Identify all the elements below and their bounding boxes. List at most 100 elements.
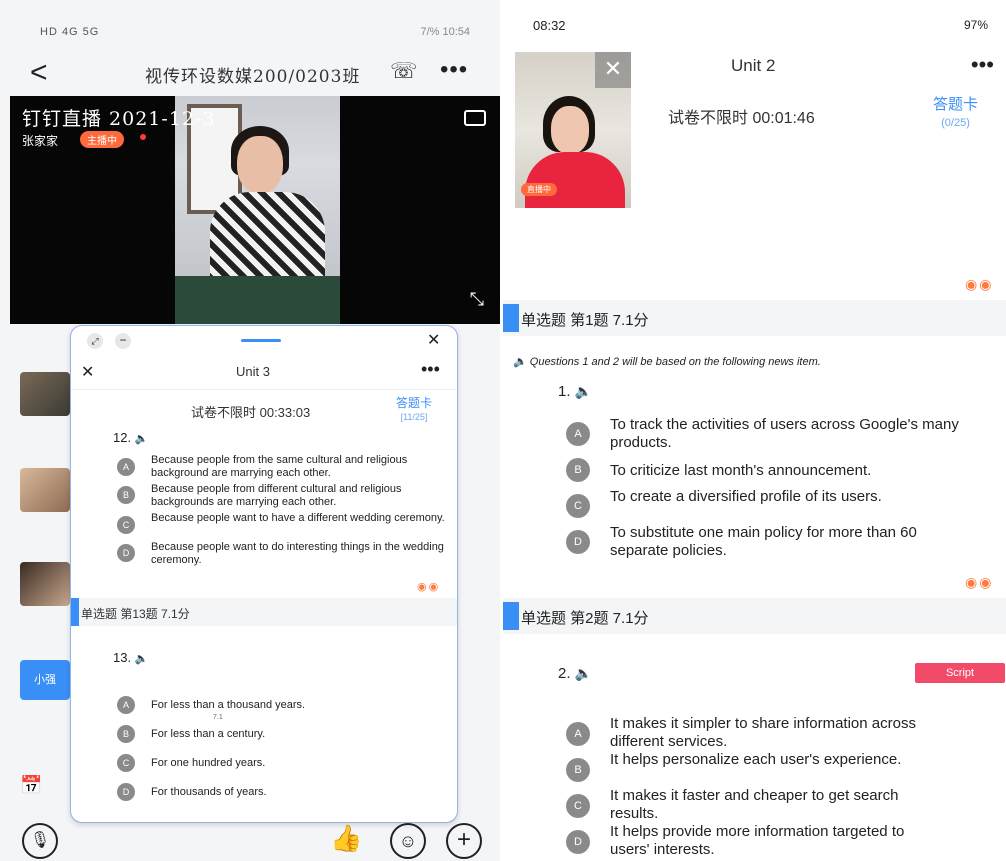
option-text[interactable]: For less than a thousand years. (151, 699, 305, 712)
avatar[interactable] (20, 468, 70, 512)
minimize-icon[interactable]: − (115, 333, 131, 349)
video-call-icon[interactable]: ☏ (390, 58, 418, 84)
option-text[interactable]: To create a diversified profile of its u… (610, 488, 940, 506)
battery-level: 97% (963, 18, 988, 32)
live-video-thumbnail[interactable]: ✕ 直播中 (515, 52, 631, 208)
avatar[interactable] (20, 562, 70, 606)
speaker-icon[interactable]: 🔈 (513, 356, 527, 368)
option-circle[interactable]: D (117, 544, 135, 562)
option-circle[interactable]: C (117, 754, 135, 772)
speaker-icon[interactable]: 🔈 (575, 383, 592, 399)
option-text[interactable]: To track the activities of users across … (610, 416, 980, 452)
chat-bubble[interactable]: 小强 (20, 660, 70, 700)
chat-title: 视传环设数媒200/0203班 (145, 67, 361, 87)
thumbs-up-icon[interactable]: 👍 (330, 823, 362, 854)
cast-icon[interactable] (464, 110, 486, 126)
option-text[interactable]: To criticize last month's announcement. (610, 462, 990, 480)
exam-timer: 试卷不限时 00:01:46 (668, 110, 815, 127)
exam-header: ✕ Unit 3 ••• (71, 356, 457, 390)
speaker-icon[interactable]: 🔈 (135, 653, 149, 665)
option-circle[interactable]: D (566, 530, 590, 554)
live-title: 钉钉直播 2021-12-3 (22, 108, 216, 130)
option-circle[interactable]: B (566, 458, 590, 482)
more-icon[interactable]: ••• (440, 56, 468, 84)
audio-controls-icon[interactable]: ◉◉ (965, 276, 993, 293)
answer-card-progress: (0/25) (941, 117, 970, 129)
emoji-icon[interactable]: ☺ (390, 823, 426, 859)
right-phone-screen: 08:32 97% Unit 2 ••• ✕ 直播中 试卷不限时 00:01:4… (503, 0, 1006, 861)
audio-controls-icon[interactable]: ◉◉ (965, 574, 993, 591)
table-surface (175, 276, 340, 324)
presenter-name: 张家家 (22, 134, 59, 148)
option-circle[interactable]: A (566, 422, 590, 446)
section-accent (503, 602, 519, 630)
answer-card-button[interactable]: 答题卡 [11/25] (396, 396, 432, 424)
instruction-text: 🔈 Questions 1 and 2 will be based on the… (513, 355, 821, 368)
option-circle[interactable]: A (117, 458, 135, 476)
unit-title: Unit 3 (236, 364, 270, 379)
more-icon[interactable]: ••• (421, 359, 440, 380)
presenter-face (237, 136, 283, 194)
plus-icon[interactable]: + (446, 823, 482, 859)
option-text[interactable]: It makes it faster and cheaper to get se… (610, 787, 950, 823)
option-text[interactable]: To substitute one main policy for more t… (610, 524, 970, 560)
option-text[interactable]: It helps personalize each user's experie… (610, 751, 940, 769)
speaker-icon[interactable]: 🔈 (135, 433, 149, 445)
option-text[interactable]: Because people want to have a different … (151, 512, 451, 525)
section-accent (503, 304, 519, 332)
option-circle[interactable]: B (117, 725, 135, 743)
answer-card-label: 答题卡 (396, 396, 433, 410)
battery-time: 7/% 10:54 (420, 26, 470, 38)
score-note: 7.1 (213, 714, 223, 721)
option-text[interactable]: It helps provide more information target… (610, 823, 940, 859)
option-text[interactable]: Because people from the same cultural an… (151, 454, 451, 480)
avatar[interactable] (20, 372, 70, 416)
section-header: 单选题 第13题 7.1分 (71, 598, 457, 626)
section-header: 单选题 第2题 7.1分 (503, 598, 1006, 634)
option-circle[interactable]: C (117, 516, 135, 534)
clock: 08:32 (533, 18, 566, 33)
close-window-icon[interactable]: ✕ (427, 330, 440, 350)
question-number: 12. 🔈 (113, 430, 148, 445)
question-2-number: 2. (558, 665, 571, 682)
option-text[interactable]: It makes it simpler to share information… (610, 715, 970, 751)
live-stream-player[interactable]: 钉钉直播 2021-12-3 张家家 主播中 ⤡ (10, 96, 500, 324)
option-text[interactable]: For thousands of years. (151, 786, 267, 799)
option-circle[interactable]: A (117, 696, 135, 714)
option-circle[interactable]: B (566, 758, 590, 782)
close-icon[interactable]: ✕ (595, 52, 631, 88)
speaker-icon[interactable]: 🔈 (575, 665, 592, 681)
more-icon[interactable]: ••• (971, 52, 994, 78)
option-circle[interactable]: C (566, 494, 590, 518)
question-1-number: 1. (558, 383, 571, 400)
drag-handle[interactable] (241, 339, 281, 342)
option-circle[interactable]: A (566, 722, 590, 746)
option-circle[interactable]: D (566, 830, 590, 854)
option-text[interactable]: Because people want to do interesting th… (151, 541, 451, 567)
section-title: 单选题 第1题 7.1分 (521, 312, 649, 329)
option-circle[interactable]: C (566, 794, 590, 818)
option-text[interactable]: Because people from different cultural a… (151, 483, 451, 509)
script-button[interactable]: Script (915, 663, 1005, 683)
close-icon[interactable]: ✕ (81, 362, 94, 382)
section-title: 单选题 第2题 7.1分 (521, 610, 649, 627)
back-icon[interactable]: < (30, 56, 48, 90)
option-text[interactable]: For less than a century. (151, 728, 265, 741)
floating-exam-window[interactable]: ⤢ − ✕ ✕ Unit 3 ••• 试卷不限时 00:33:03 答题卡 [1… (70, 325, 458, 823)
audio-controls-icon[interactable]: ◉◉ (417, 580, 440, 593)
microphone-icon[interactable]: 🎙 (22, 823, 58, 859)
option-circle[interactable]: D (117, 783, 135, 801)
answer-card-label: 答题卡 (933, 96, 979, 113)
exam-timer: 试卷不限时 00:33:03 (191, 405, 311, 420)
option-circle[interactable]: B (117, 486, 135, 504)
chat-header: < 视传环设数媒200/0203班 ☏ ••• (0, 50, 500, 95)
answer-card-progress: [11/25] (400, 412, 428, 422)
shrink-icon[interactable]: ⤢ (87, 333, 103, 349)
status-bar: 08:32 97% (503, 0, 1006, 48)
question-number: 2. 🔈 (558, 665, 592, 682)
option-text[interactable]: For one hundred years. (151, 757, 265, 770)
answer-card-button[interactable]: 答题卡 (0/25) (933, 96, 978, 132)
fullscreen-icon[interactable]: ⤡ (470, 289, 484, 310)
section-accent (71, 598, 79, 626)
calendar-icon[interactable]: 📅 (20, 775, 70, 805)
